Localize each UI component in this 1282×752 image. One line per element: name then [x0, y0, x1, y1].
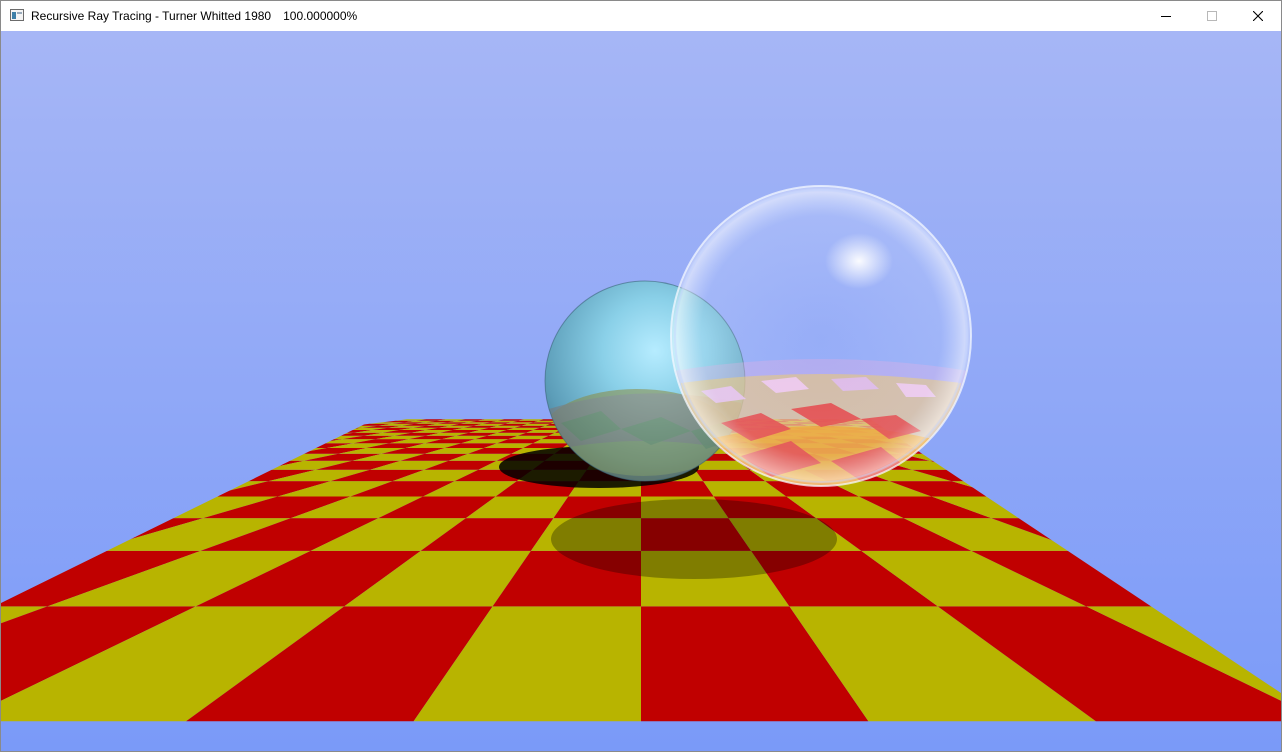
app-icon	[10, 9, 24, 21]
minimize-button[interactable]	[1143, 1, 1189, 31]
glass-sphere-shadow	[551, 499, 837, 579]
glass-sphere	[670, 185, 972, 487]
maximize-icon	[1207, 11, 1217, 21]
close-icon	[1253, 11, 1263, 21]
title-bar[interactable]: Recursive Ray Tracing - Turner Whitted 1…	[1, 1, 1281, 31]
glass-specular-highlight	[825, 233, 893, 289]
window-title-label: Recursive Ray Tracing - Turner Whitted 1…	[31, 9, 272, 23]
ray-traced-scene	[1, 31, 1281, 751]
minimize-icon	[1161, 16, 1171, 17]
maximize-button[interactable]	[1189, 1, 1235, 31]
window-title: Recursive Ray Tracing - Turner Whitted 1…	[31, 9, 357, 23]
render-viewport	[1, 31, 1281, 751]
render-progress: 100.000000%	[283, 9, 358, 23]
app-window: Recursive Ray Tracing - Turner Whitted 1…	[0, 0, 1282, 752]
close-button[interactable]	[1235, 1, 1281, 31]
